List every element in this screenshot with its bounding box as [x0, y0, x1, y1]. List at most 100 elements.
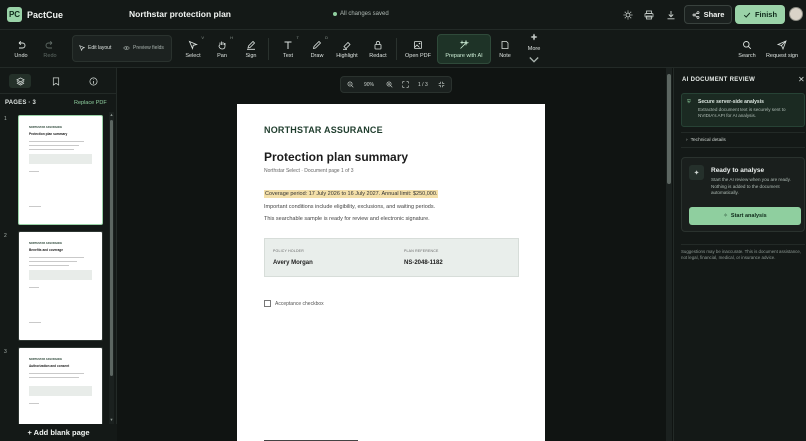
printer-icon[interactable] [641, 7, 657, 23]
fullscreen-icon[interactable] [438, 81, 445, 90]
request-sign-button[interactable]: Request sign [765, 33, 799, 65]
canvas-scrollbar-thumb[interactable] [667, 74, 671, 184]
start-analysis-button[interactable]: ✧ Start analysis [689, 207, 801, 225]
hand-icon [218, 41, 226, 49]
check-icon [743, 12, 751, 18]
ai-disclaimer: Suggestions may be inaccurate. This is d… [681, 244, 805, 261]
plan-reference-value: NS-2048-1182 [404, 260, 443, 266]
share-label: Share [703, 10, 725, 19]
bookmark-icon [52, 77, 60, 86]
checkbox-square[interactable] [264, 300, 271, 307]
technical-details-label: Technical details [690, 137, 726, 143]
plan-reference-label: PLAN REFERENCE [404, 249, 439, 253]
ai-review-panel: AI DOCUMENT REVIEW ✕ ⛨ Secure server-sid… [673, 68, 806, 441]
text-shortcut: T [296, 35, 299, 40]
page-thumbnail-1[interactable]: NORTHSTAR ASSURANCE Protection plan summ… [18, 115, 103, 225]
zoom-in-icon[interactable] [386, 81, 393, 90]
lock-icon [374, 40, 382, 49]
thumbnail-text-line [29, 322, 41, 323]
sign-tool[interactable]: Sign [242, 33, 260, 65]
thumbnail-text-line [29, 257, 84, 258]
thumbnail-text-line [29, 149, 74, 150]
sign-label: Sign [245, 52, 257, 59]
thumbnail-text-line [29, 373, 84, 374]
document-page[interactable]: NORTHSTAR ASSURANCE Protection plan summ… [237, 104, 545, 441]
document-canvas[interactable]: 90% 1 / 3 NORTHSTAR ASSURANCE Protection… [117, 68, 666, 441]
pan-shortcut: H [230, 35, 233, 40]
share-icon [692, 10, 699, 19]
redo-button[interactable]: Redo [41, 33, 59, 65]
zoom-out-icon[interactable] [347, 81, 354, 90]
preview-fields-toggle[interactable]: Preview fields [123, 45, 164, 51]
open-pdf-label: Open PDF [405, 52, 431, 59]
search-button[interactable]: Search [736, 33, 758, 65]
pages-count-label: PAGES · 3 [5, 100, 37, 106]
thumbnail-title: Benefits and coverage [29, 248, 64, 252]
redact-tool[interactable]: Redact [368, 33, 388, 65]
page-thumbnail-3[interactable]: NORTHSTAR ASSURANCE Authorization and co… [18, 347, 103, 424]
thumbnail-info-box [29, 270, 92, 280]
more-menu[interactable]: More [525, 33, 543, 65]
highlight-tool[interactable]: Highlight [336, 33, 358, 65]
edit-layout-label: Edit layout [88, 45, 112, 51]
technical-details-toggle[interactable]: › Technical details [681, 132, 805, 148]
tab-pages[interactable] [9, 74, 31, 88]
undo-icon [18, 40, 26, 48]
page-thumbnail-2[interactable]: NORTHSTAR ASSURANCE Benefits and coverag… [18, 231, 103, 341]
page-thumbnails: 1 NORTHSTAR ASSURANCE Protection plan su… [0, 112, 117, 424]
page-body-line: This searchable sample is ready for revi… [264, 216, 430, 222]
zoom-level[interactable]: 90% [364, 82, 374, 88]
add-blank-page-button[interactable]: + Add blank page [0, 424, 117, 441]
user-avatar[interactable] [789, 7, 803, 21]
close-icon[interactable]: ✕ [798, 75, 805, 84]
app-logo[interactable]: PC PactCue [7, 7, 63, 22]
secure-analysis-text: Extracted document text is securely sent… [698, 107, 786, 118]
thumbnail-text-line [29, 206, 41, 207]
secure-analysis-title: Secure server-side analysis [698, 99, 764, 105]
info-icon [89, 77, 97, 85]
redact-label: Redact [369, 52, 387, 59]
tab-info[interactable] [82, 74, 104, 88]
search-icon [743, 40, 752, 49]
policy-holder-label: POLICY HOLDER [273, 249, 304, 253]
toolbar: Undo Redo Edit layout Preview fields Sel… [0, 30, 806, 68]
pan-tool[interactable]: Pan H [213, 33, 233, 65]
text-tool[interactable]: Text T [279, 33, 299, 65]
edit-layout-toggle[interactable]: Edit layout [79, 45, 111, 51]
preview-fields-label: Preview fields [133, 45, 164, 51]
redo-icon [45, 40, 53, 48]
finish-button[interactable]: Finish [735, 5, 785, 24]
draw-tool[interactable]: Draw D [308, 33, 328, 65]
chevron-right-icon: › [686, 137, 688, 143]
select-tool[interactable]: Select V [184, 33, 204, 65]
note-tool[interactable]: Note [497, 33, 513, 65]
prepare-with-ai-button[interactable]: Prepare with AI [437, 34, 491, 64]
sparkle-wand-icon: ✧ [723, 213, 728, 219]
eye-icon [123, 45, 130, 51]
scroll-up-arrow[interactable]: ▲ [109, 112, 114, 117]
tab-bookmarks[interactable] [45, 74, 67, 88]
undo-button[interactable]: Undo [12, 33, 30, 65]
acceptance-checkbox-field[interactable]: Acceptance checkbox [264, 300, 324, 307]
scroll-down-arrow[interactable]: ▼ [109, 417, 114, 422]
replace-pdf-link[interactable]: Replace PDF [74, 100, 107, 106]
shield-icon: ⛨ [687, 99, 691, 105]
page-subtitle: Northstar Select · Document page 1 of 3 [264, 168, 354, 174]
thumbnails-scrollbar-thumb[interactable] [110, 120, 113, 376]
share-button[interactable]: Share [684, 5, 732, 24]
sun-icon[interactable] [620, 7, 636, 23]
open-pdf-button[interactable]: Open PDF [404, 33, 432, 65]
top-bar: PC PactCue Northstar protection plan All… [0, 0, 806, 30]
document-title[interactable]: Northstar protection plan [129, 9, 231, 19]
policy-holder-value: Avery Morgan [273, 260, 313, 266]
zoom-bar: 90% 1 / 3 [340, 76, 452, 93]
highlighted-coverage-text[interactable]: Coverage period: 17 July 2026 to 16 July… [264, 190, 439, 198]
highlighter-icon [343, 41, 351, 50]
finish-label: Finish [754, 10, 778, 19]
pen-icon [247, 40, 256, 50]
download-icon[interactable] [663, 7, 679, 23]
thumbnail-number: 1 [4, 116, 7, 122]
thumbnail-info-box [29, 386, 92, 396]
save-status-text: All changes saved [340, 11, 389, 17]
fit-width-icon[interactable] [402, 81, 409, 90]
